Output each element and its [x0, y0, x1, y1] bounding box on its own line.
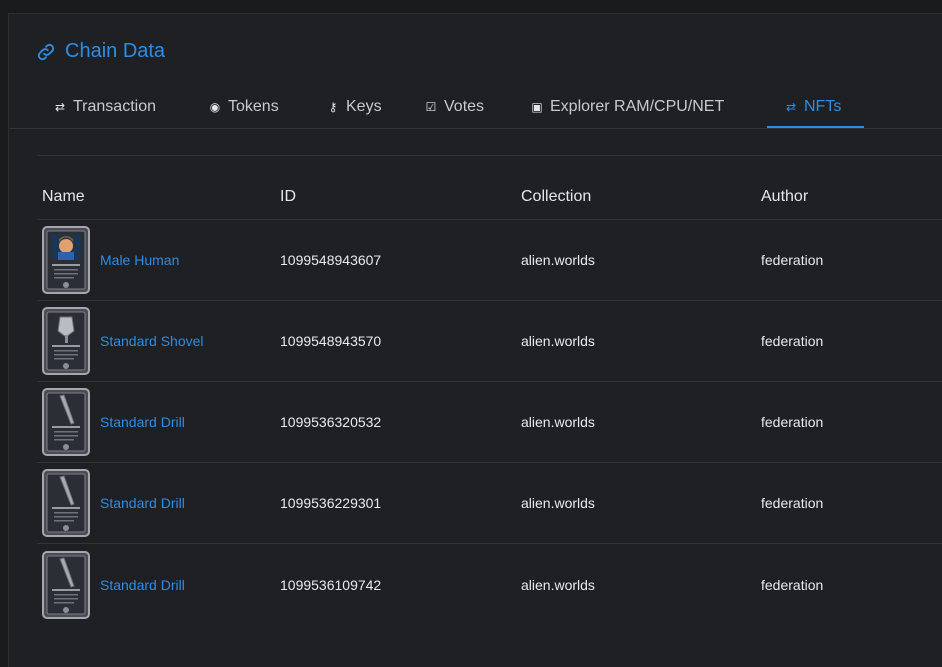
- table-row: Standard Shovel 1099548943570 alien.worl…: [37, 301, 942, 382]
- column-header-id: ID: [280, 187, 296, 205]
- name-cell: Standard Drill: [37, 550, 275, 619]
- column-header-name: Name: [42, 187, 85, 205]
- tab-tokens[interactable]: ◉ Tokens: [209, 86, 279, 128]
- nft-collection: alien.worlds: [521, 495, 595, 511]
- nft-id: 1099536320532: [280, 414, 382, 430]
- nft-thumbnail-drill[interactable]: [42, 388, 90, 456]
- tab-label: Keys: [346, 98, 382, 115]
- nft-collection: alien.worlds: [521, 252, 595, 268]
- nft-thumbnail-shovel[interactable]: [42, 307, 90, 375]
- nft-name-link[interactable]: Standard Drill: [100, 577, 185, 593]
- table-header: Name ID Collection Author: [37, 174, 942, 220]
- link-icon: [37, 43, 55, 60]
- nft-author: federation: [761, 414, 824, 430]
- nft-thumbnail-male-human[interactable]: [42, 226, 90, 294]
- tab-nfts[interactable]: ⇄ NFTs: [785, 86, 841, 128]
- nft-name-link[interactable]: Standard Drill: [100, 495, 185, 511]
- swap-icon: ⇄: [54, 100, 66, 114]
- name-cell: Standard Drill: [37, 388, 275, 456]
- tab-label: Tokens: [228, 98, 279, 115]
- nft-table: Name ID Collection Author Male Human 109…: [37, 174, 942, 625]
- nft-collection: alien.worlds: [521, 414, 595, 430]
- column-header-collection: Collection: [521, 187, 592, 205]
- nft-thumbnail-drill[interactable]: [42, 469, 90, 537]
- tab-bar: ⇄ Transaction ◉ Tokens ⚷ Keys ☑ Votes ▣ …: [9, 86, 942, 129]
- nft-name-link[interactable]: Standard Shovel: [100, 333, 204, 349]
- tab-label: Explorer RAM/CPU/NET: [550, 98, 725, 115]
- nft-author: federation: [761, 495, 824, 511]
- tab-transaction[interactable]: ⇄ Transaction: [54, 86, 156, 128]
- nft-collection: alien.worlds: [521, 576, 595, 593]
- tab-keys[interactable]: ⚷ Keys: [327, 86, 382, 128]
- chain-data-panel: Chain Data ⇄ Transaction ◉ Tokens ⚷ Keys…: [8, 13, 942, 667]
- page-title: Chain Data: [65, 40, 166, 62]
- table-row: Standard Drill 1099536109742 alien.world…: [37, 544, 942, 625]
- name-cell: Standard Drill: [37, 469, 275, 537]
- nft-author: federation: [761, 333, 824, 349]
- active-tab-indicator: [767, 126, 864, 128]
- tab-label: NFTs: [804, 98, 842, 115]
- nft-thumbnail-drill[interactable]: [42, 550, 90, 619]
- table-row: Male Human 1099548943607 alien.worlds fe…: [37, 220, 942, 301]
- table-row: Standard Drill 1099536320532 alien.world…: [37, 382, 942, 463]
- token-icon: ◉: [209, 100, 221, 114]
- divider: [37, 155, 942, 156]
- nft-author: federation: [761, 252, 824, 268]
- tab-label: Votes: [444, 98, 485, 115]
- panel-header: Chain Data: [35, 40, 165, 63]
- column-header-author: Author: [761, 187, 809, 205]
- tab-label: Transaction: [73, 98, 156, 115]
- nft-id: 1099536109742: [280, 576, 382, 593]
- tab-votes[interactable]: ☑ Votes: [425, 86, 484, 128]
- name-cell: Standard Shovel: [37, 307, 275, 375]
- nft-collection: alien.worlds: [521, 333, 595, 349]
- nft-id: 1099548943607: [280, 252, 382, 268]
- checkbox-icon: ☑: [425, 100, 437, 114]
- nft-id: 1099536229301: [280, 495, 382, 511]
- key-icon: ⚷: [328, 100, 338, 114]
- nft-author: federation: [761, 576, 824, 593]
- nft-name-link[interactable]: Male Human: [100, 252, 179, 268]
- tab-explorer[interactable]: ▣ Explorer RAM/CPU/NET: [531, 86, 724, 128]
- nft-name-link[interactable]: Standard Drill: [100, 414, 185, 430]
- chip-icon: ▣: [531, 100, 543, 114]
- table-row: Standard Drill 1099536229301 alien.world…: [37, 463, 942, 544]
- nft-id: 1099548943570: [280, 333, 382, 349]
- name-cell: Male Human: [37, 226, 275, 294]
- swap-icon: ⇄: [785, 100, 797, 114]
